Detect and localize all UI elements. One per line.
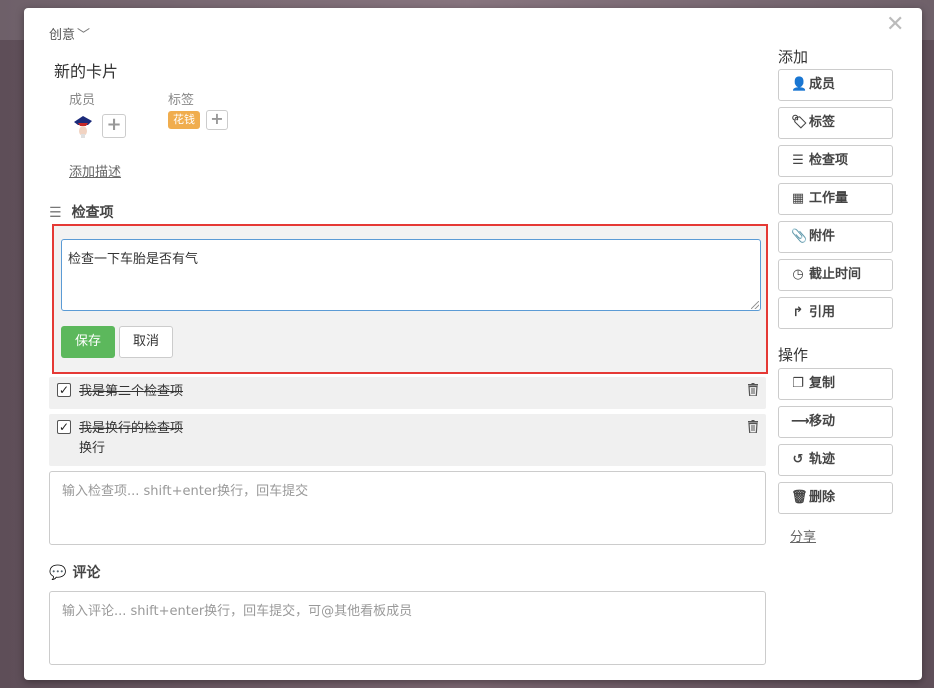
add-user-icon: 👤 — [791, 77, 808, 92]
label-chip[interactable]: 花钱 — [168, 111, 200, 129]
checklist-heading-label: 检查项 — [71, 205, 114, 221]
button-label: 工作量 — [809, 191, 849, 206]
labels-heading: 标签 — [168, 93, 195, 108]
checklist-item: ✓ 我是换行的检查项 换行 — [49, 414, 766, 466]
chevron-down-icon: ﹀ — [77, 28, 91, 43]
checklist-item-textarea[interactable]: 检查一下车胎是否有气 — [61, 239, 761, 311]
button-label: 标签 — [809, 115, 836, 130]
checklist-item-second-line: 换行 — [79, 441, 106, 456]
checklist-item-label: 我是第二个检查项 — [79, 384, 184, 399]
history-icon: ↺ — [792, 452, 804, 467]
cancel-button[interactable]: 取消 — [119, 326, 173, 358]
button-label: 删除 — [809, 490, 836, 505]
new-checklist-item-input[interactable]: 输入检查项... shift+enter换行，回车提交 — [49, 471, 766, 545]
checklist-item: ✓ 我是第二个检查项 — [49, 377, 766, 409]
comments-icon: 💬 — [49, 565, 67, 581]
checklist-item-editor: 检查一下车胎是否有气 保存 取消 — [52, 224, 768, 374]
clock-icon: ◷ — [792, 267, 804, 282]
add-due-date-sidebar-button[interactable]: ◷ 截止时间 — [778, 259, 893, 291]
list-icon: ☰ — [49, 205, 62, 221]
members-heading: 成员 — [69, 93, 96, 108]
actions-section-title: 操作 — [778, 346, 809, 364]
button-label: 成员 — [809, 77, 836, 92]
button-label: 检查项 — [809, 153, 849, 168]
history-button[interactable]: ↺ 轨迹 — [778, 444, 893, 476]
list-icon: ☰ — [792, 153, 804, 168]
move-card-button[interactable]: ⟶移动 — [778, 406, 893, 438]
trash-icon[interactable] — [748, 383, 758, 396]
button-label: 附件 — [809, 229, 836, 244]
checklist-heading: ☰ 检查项 — [49, 202, 114, 222]
checklist-item-checkbox[interactable]: ✓ — [57, 420, 71, 434]
comments-heading-label: 评论 — [72, 565, 101, 581]
add-checklist-sidebar-button[interactable]: ☰ 检查项 — [778, 145, 893, 177]
checklist-item-label: 我是换行的检查项 — [79, 421, 184, 436]
paperclip-icon: 📎 — [791, 229, 808, 244]
copy-card-button[interactable]: ❐ 复制 — [778, 368, 893, 400]
add-workload-sidebar-button[interactable]: ▦ 工作量 — [778, 183, 893, 215]
trash-icon[interactable] — [748, 420, 758, 433]
button-label: 引用 — [809, 305, 836, 320]
share-arrow-icon: ↱ — [792, 305, 804, 320]
add-section-title: 添加 — [778, 48, 809, 66]
checklist-item-checkbox[interactable]: ✓ — [57, 383, 71, 397]
add-member-button[interactable]: + — [102, 114, 126, 138]
checklist-item-text[interactable]: 我是换行的检查项 换行 — [79, 419, 183, 459]
add-label-sidebar-button[interactable]: 🏷标签 — [778, 107, 893, 139]
add-member-sidebar-button[interactable]: 👤 成员 — [778, 69, 893, 101]
share-link[interactable]: 分享 — [790, 526, 816, 545]
arrow-right-icon: ⟶ — [791, 414, 810, 429]
comments-heading: 💬 评论 — [49, 562, 100, 582]
add-label-button[interactable]: + — [206, 110, 228, 130]
tag-icon: 🏷 — [791, 115, 808, 130]
textarea-resize-handle[interactable] — [751, 301, 759, 309]
trash-icon: 🗑 — [791, 490, 808, 505]
button-label: 移动 — [809, 414, 836, 429]
list-name-label: 创意 — [49, 28, 76, 43]
member-avatar[interactable] — [72, 113, 94, 139]
grid-icon: ▦ — [791, 191, 805, 206]
button-label: 复制 — [809, 376, 836, 391]
copy-icon: ❐ — [792, 376, 804, 391]
card-title[interactable]: 新的卡片 — [54, 58, 118, 82]
checklist-item-text[interactable]: 我是第二个检查项 — [79, 382, 183, 402]
add-reference-sidebar-button[interactable]: ↱ 引用 — [778, 297, 893, 329]
delete-card-button[interactable]: 🗑删除 — [778, 482, 893, 514]
comment-input[interactable]: 输入评论... shift+enter换行，回车提交，可@其他看板成员 — [49, 591, 766, 665]
card-detail-modal: ✕ 创意 ﹀ 新的卡片 成员 标签 + 花钱 + 添加描述 ☰ 检查项 检查一下车胎… — [24, 8, 922, 680]
save-button[interactable]: 保存 — [61, 326, 115, 358]
button-label: 轨迹 — [809, 452, 836, 467]
button-label: 截止时间 — [809, 267, 862, 282]
list-name-dropdown[interactable]: 创意 ﹀ — [49, 24, 90, 43]
add-description-link[interactable]: 添加描述 — [69, 161, 121, 180]
add-attachment-sidebar-button[interactable]: 📎 附件 — [778, 221, 893, 253]
close-icon[interactable]: ✕ — [886, 14, 904, 36]
